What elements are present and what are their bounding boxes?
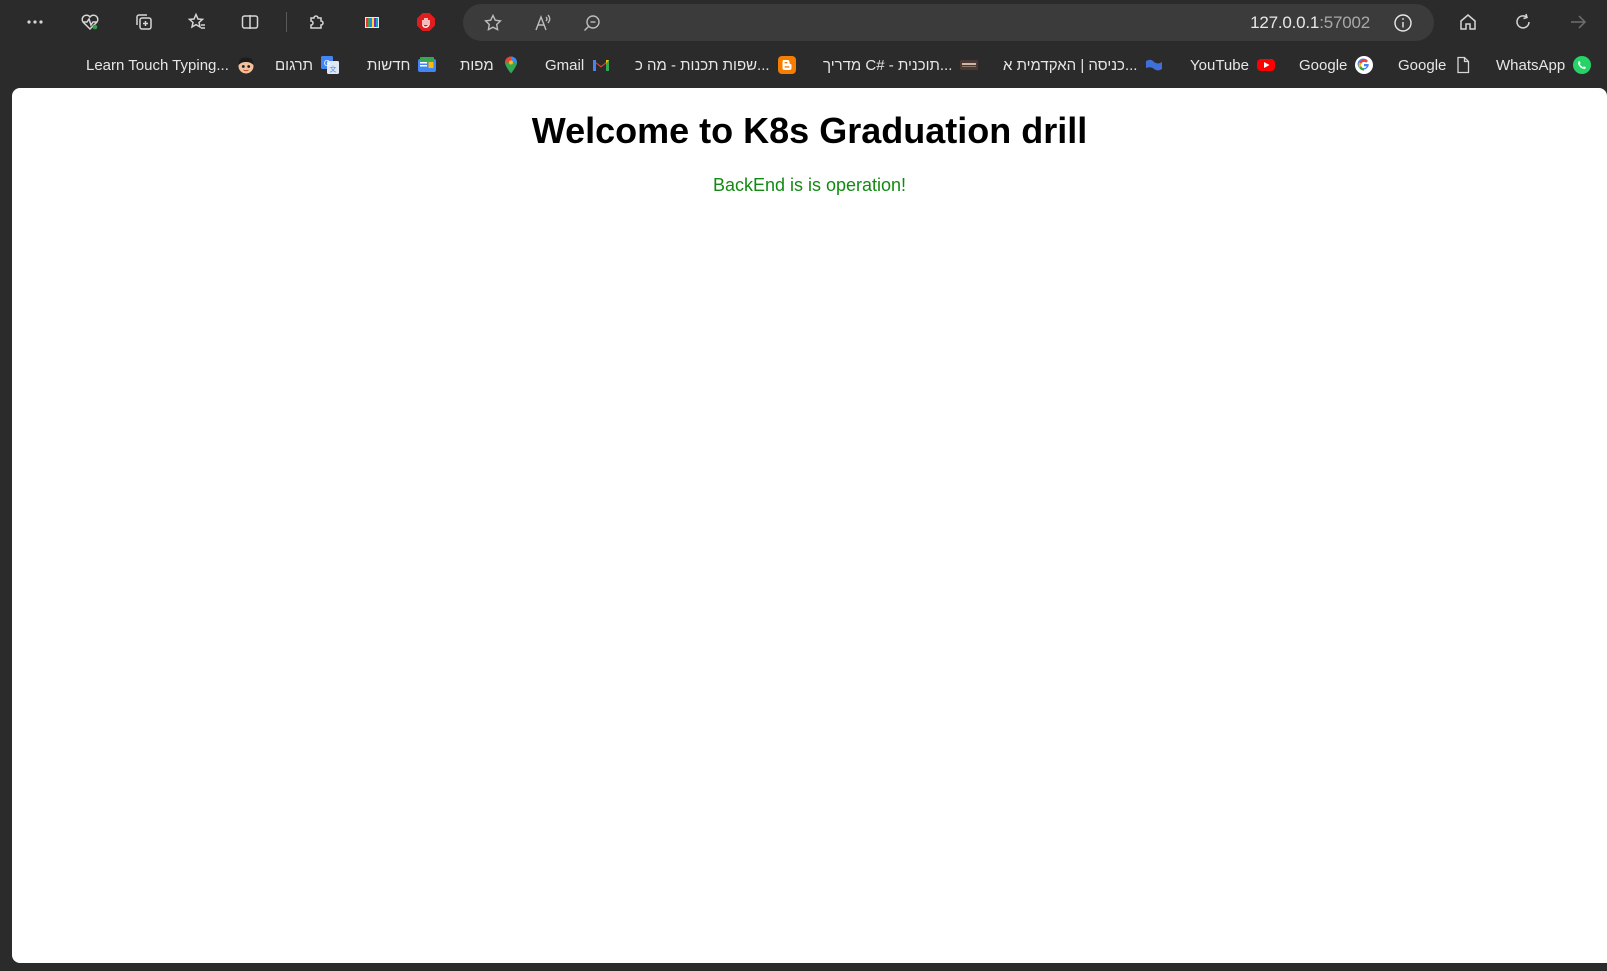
svg-text:文: 文 <box>330 65 337 74</box>
bookmark-academic-login[interactable]: כניסה | האקדמית א... <box>1003 52 1164 78</box>
page-icon <box>1453 55 1473 75</box>
book-icon <box>959 55 979 75</box>
page-title: Welcome to K8s Graduation drill <box>531 110 1088 151</box>
bookmark-label: כניסה | האקדמית א... <box>1003 56 1138 74</box>
forward-arrow-icon[interactable] <box>1560 4 1596 40</box>
color-bars-extension-icon[interactable] <box>354 4 390 40</box>
bookmark-label: חדשות <box>367 56 411 74</box>
favorites-icon[interactable] <box>179 4 215 40</box>
site-info-icon[interactable] <box>1392 12 1414 34</box>
bookmark-label: Gmail <box>545 56 585 74</box>
url-text[interactable]: 127.0.0.1:57002 <box>1250 13 1370 33</box>
maps-icon <box>501 55 521 75</box>
bookmark-label: מדריך C# - תוכנית... <box>823 56 953 74</box>
translate-icon: G文 <box>320 55 340 75</box>
bookmark-news[interactable]: חדשות <box>367 52 437 78</box>
refresh-icon[interactable] <box>1505 4 1541 40</box>
bookmark-learn-touch-typing[interactable]: Learn Touch Typing... <box>86 52 256 78</box>
news-icon <box>417 55 437 75</box>
bookmark-csharp-guide[interactable]: מדריך C# - תוכנית... <box>823 52 979 78</box>
browser-toolbar: 127.0.0.1:57002 <box>0 0 1607 44</box>
bookmark-label: Google <box>1299 56 1348 74</box>
bookmark-programming-languages[interactable]: שפות תכנות - מה כ... <box>635 52 797 78</box>
bookmark-translate[interactable]: תרגום G文 <box>275 52 340 78</box>
google-icon <box>1354 55 1374 75</box>
bookmark-label: Learn Touch Typing... <box>86 56 229 74</box>
url-port: :57002 <box>1319 13 1370 32</box>
adblock-extension-icon[interactable] <box>408 4 444 40</box>
collections-icon[interactable] <box>126 4 162 40</box>
browser-essentials-icon[interactable] <box>72 4 108 40</box>
bookmark-whatsapp[interactable]: WhatsApp <box>1496 52 1592 78</box>
bookmark-label: שפות תכנות - מה כ... <box>635 56 770 74</box>
backend-status-text: BackEnd is is operation! <box>712 175 907 195</box>
flag-icon <box>1144 55 1164 75</box>
bookmark-google[interactable]: Google <box>1299 52 1374 78</box>
typing-icon <box>236 55 256 75</box>
blogger-icon <box>777 55 797 75</box>
bookmark-label: מפות <box>460 56 494 74</box>
bookmark-gmail[interactable]: Gmail <box>545 52 611 78</box>
whatsapp-icon <box>1572 55 1592 75</box>
bookmark-youtube[interactable]: YouTube <box>1190 52 1276 78</box>
bookmark-label: תרגום <box>275 56 314 74</box>
url-host: 127.0.0.1 <box>1250 13 1320 32</box>
read-aloud-icon[interactable] <box>532 12 554 34</box>
bookmark-label: YouTube <box>1190 56 1249 74</box>
page-search-icon[interactable] <box>581 12 603 34</box>
home-icon[interactable] <box>1450 4 1486 40</box>
more-options-icon[interactable] <box>17 4 53 40</box>
add-favorite-star-icon[interactable] <box>482 12 504 34</box>
address-bar[interactable]: 127.0.0.1:57002 <box>463 4 1434 41</box>
bookmark-maps[interactable]: מפות <box>460 52 521 78</box>
gmail-icon <box>591 55 611 75</box>
youtube-icon <box>1256 55 1276 75</box>
extensions-icon[interactable] <box>299 4 335 40</box>
split-screen-icon[interactable] <box>232 4 268 40</box>
bookmark-label: Google <box>1398 56 1447 74</box>
bookmarks-bar: WhatsApp Google Google YouTube כניסה | ה… <box>0 48 1607 82</box>
bookmark-google-page[interactable]: Google <box>1398 52 1473 78</box>
bookmark-label: WhatsApp <box>1496 56 1566 74</box>
page-viewport: Welcome to K8s Graduation drill BackEnd … <box>12 88 1607 963</box>
